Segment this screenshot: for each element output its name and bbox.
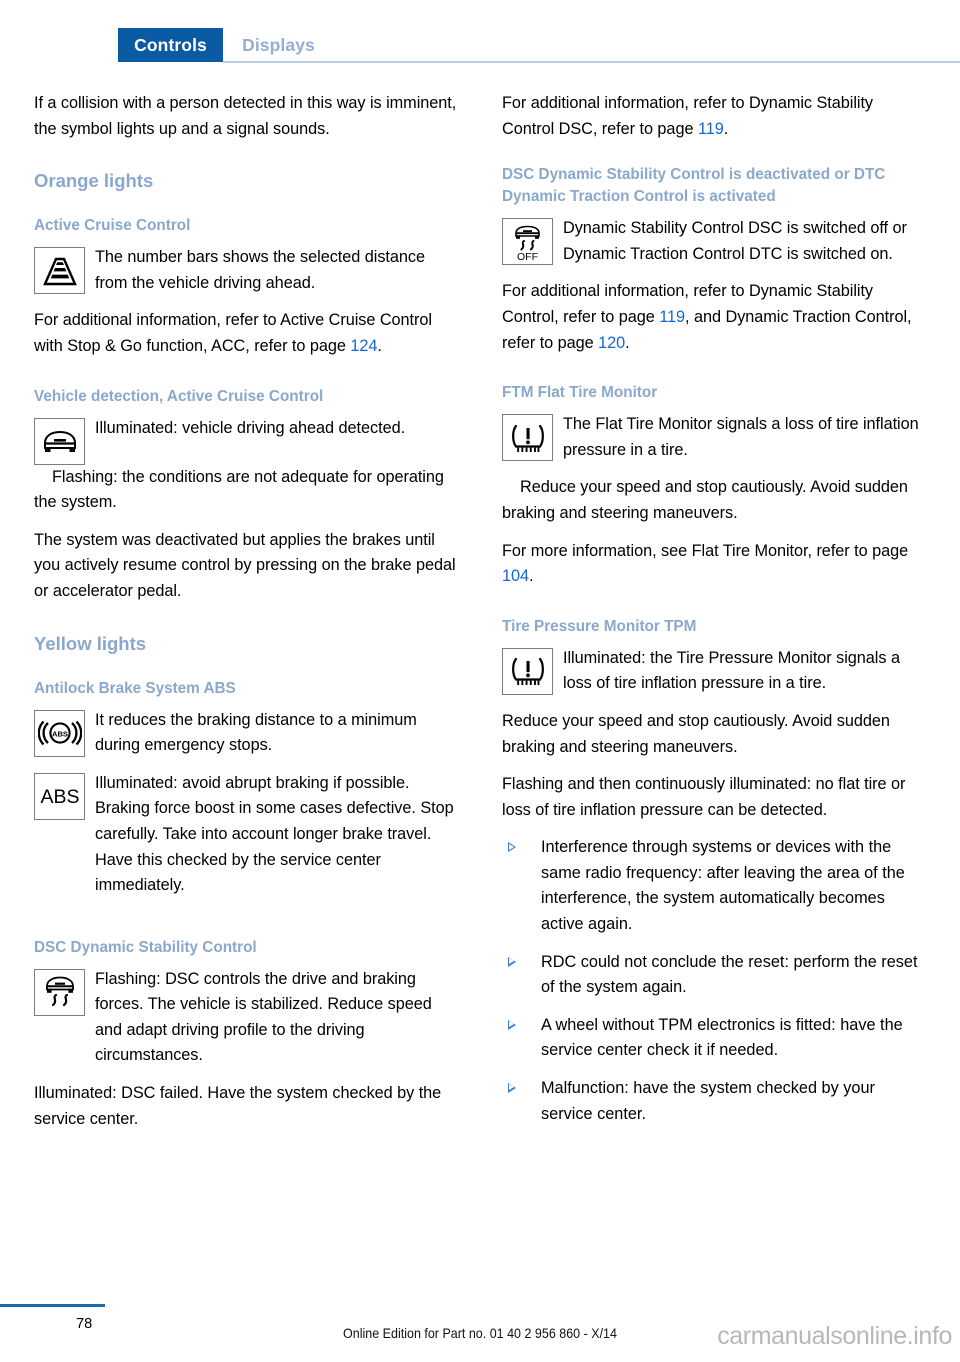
- heading-dsc-off: DSC Dynamic Stability Control is deactiv…: [502, 166, 886, 206]
- list-item: Interference through systems or devices …: [502, 835, 928, 937]
- vehicle-detection-icon-block: Illuminated: vehicle driving ahead detec…: [34, 416, 460, 465]
- ftm-description-2: Reduce your speed and stop cautiously. A…: [502, 478, 908, 522]
- dsc-off-icon-block: OFF Dynamic Stability Control DSC is swi…: [502, 216, 928, 279]
- dsc-page-link[interactable]: 119: [698, 120, 724, 138]
- dsc-illuminated: Illuminated: DSC failed. Have the system…: [34, 1084, 442, 1128]
- tab-bar: Controls Displays: [0, 28, 960, 62]
- heading-active-cruise-control: Active Cruise Control: [34, 217, 191, 235]
- list-item-text: A wheel without TPM electronics is fitte…: [541, 1015, 903, 1060]
- list-item-text: Malfunction: have the system checked by …: [541, 1079, 875, 1123]
- dsc-flashing: Flashing: DSC controls the drive and bra…: [95, 969, 432, 1065]
- ftm-description-1: The Flat Tire Monitor signals a loss of …: [563, 415, 919, 459]
- dsc-off-description: Dynamic Stability Control DSC is switche…: [563, 219, 907, 263]
- list-item: A wheel without TPM electronics is fitte…: [502, 1013, 928, 1064]
- tab-displays[interactable]: Displays: [231, 28, 326, 62]
- svg-text:OFF: OFF: [517, 251, 538, 262]
- svg-text:ABS: ABS: [40, 786, 79, 808]
- dsc-car-skid-icon: [34, 968, 85, 1016]
- page-footer: 78 Online Edition for Part no. 01 40 2 9…: [0, 1280, 960, 1362]
- footer-rule: [0, 1304, 105, 1307]
- list-item-text: RDC could not conclude the reset: perfor…: [541, 952, 918, 997]
- dsc-off-more-info-post: .: [625, 333, 630, 352]
- triangle-bullet-inner-icon: [509, 1021, 515, 1028]
- abs-icon-block-1: ABS It reduces the braking distance to a…: [34, 708, 460, 771]
- ftm-more-info-post: .: [529, 567, 534, 586]
- left-column: If a collision with a person detected in…: [34, 91, 460, 1139]
- ftm-more-info-pre: For more information, see Flat Tire Moni…: [502, 541, 909, 560]
- dsc-info-post: .: [723, 119, 729, 138]
- acc-icon-block: The number bars shows the selected dista…: [34, 245, 460, 308]
- tpm-description-1: Illuminated: the Tire Pressure Monitor s…: [563, 648, 900, 693]
- dsc-off-page-link-1[interactable]: 119: [659, 308, 685, 326]
- triangle-bullet-inner-icon: [509, 1084, 515, 1091]
- vehicle-detection-flashing: Flashing: the conditions are not adequat…: [34, 467, 444, 512]
- heading-dsc: DSC Dynamic Stability Control: [34, 938, 257, 956]
- page-body: If a collision with a person detected in…: [0, 62, 960, 1362]
- svg-text:ABS: ABS: [51, 729, 67, 738]
- tab-displays-label: Displays: [242, 34, 315, 55]
- heading-vehicle-detection: Vehicle detection, Active Cruise Control: [34, 387, 324, 405]
- acc-more-info-post: .: [377, 336, 382, 355]
- heading-ftm: FTM Flat Tire Monitor: [502, 384, 658, 402]
- acc-page-link[interactable]: 124: [350, 337, 377, 355]
- dsc-info-pre: For additional information, refer to Dyn…: [502, 94, 874, 138]
- car-front-icon: [34, 417, 85, 465]
- ftm-more-info: For more information, see Flat Tire Moni…: [502, 539, 928, 590]
- distance-bars-icon: [34, 247, 85, 295]
- triangle-bullet-inner-icon: [509, 958, 515, 965]
- ftm-icon-block: The Flat Tire Monitor signals a loss of …: [502, 412, 928, 475]
- two-column-layout: If a collision with a person detected in…: [34, 91, 928, 1139]
- tpm-description-2: Reduce your speed and stop cautiously. A…: [502, 711, 890, 756]
- heading-yellow-lights: Yellow lights: [34, 632, 147, 654]
- dsc-off-icon: OFF: [502, 218, 553, 266]
- intro-paragraph: If a collision with a person detected in…: [34, 94, 457, 138]
- right-column: For additional information, refer to Dyn…: [502, 91, 928, 1139]
- abs-description-1: It reduces the braking distance to a min…: [95, 710, 417, 755]
- tire-pressure-warning-icon: [502, 647, 553, 695]
- tpm-bullet-list: Interference through systems or devices …: [502, 835, 928, 1127]
- page-header: Controls Displays: [0, 0, 960, 63]
- ftm-page-link[interactable]: 104: [502, 567, 529, 585]
- list-item: RDC could not conclude the reset: perfor…: [502, 950, 928, 1001]
- heading-tpm: Tire Pressure Monitor TPM: [502, 617, 697, 635]
- tire-pressure-warning-icon: [502, 414, 553, 462]
- watermark: carmanualsonline.info: [717, 1322, 952, 1350]
- vehicle-detection-illuminated: Illuminated: vehicle driving ahead detec…: [95, 418, 406, 437]
- tab-controls[interactable]: Controls: [118, 28, 223, 62]
- dsc-icon-block: Flashing: DSC controls the drive and bra…: [34, 967, 460, 1081]
- abs-icon-block-2: ABS Illuminated: avoid abrupt braking if…: [34, 771, 460, 911]
- heading-orange-lights: Orange lights: [34, 170, 154, 192]
- tab-controls-label: Controls: [134, 34, 207, 55]
- abs-text-icon: ABS: [34, 772, 85, 820]
- acc-more-info: For additional information, refer to Act…: [34, 308, 460, 359]
- dsc-off-more-info: For additional information, refer to Dyn…: [502, 279, 928, 356]
- abs-ring-icon: ABS: [34, 709, 85, 757]
- triangle-bullet-inner-icon: [509, 843, 515, 850]
- acc-description: The number bars shows the selected dista…: [95, 248, 425, 292]
- list-item-text: Interference through systems or devices …: [541, 838, 905, 934]
- dsc-info-paragraph: For additional information, refer to Dyn…: [502, 91, 928, 142]
- heading-abs: Antilock Brake System ABS: [34, 679, 236, 697]
- dsc-off-page-link-2[interactable]: 120: [598, 334, 625, 352]
- vehicle-detection-system: The system was deactivated but applies t…: [34, 530, 456, 600]
- tpm-icon-block: Illuminated: the Tire Pressure Monitor s…: [502, 646, 928, 709]
- tpm-description-3: Flashing and then continuously illuminat…: [502, 775, 906, 819]
- abs-description-2: Illuminated: avoid abrupt braking if pos…: [95, 773, 454, 895]
- list-item: Malfunction: have the system checked by …: [502, 1076, 928, 1127]
